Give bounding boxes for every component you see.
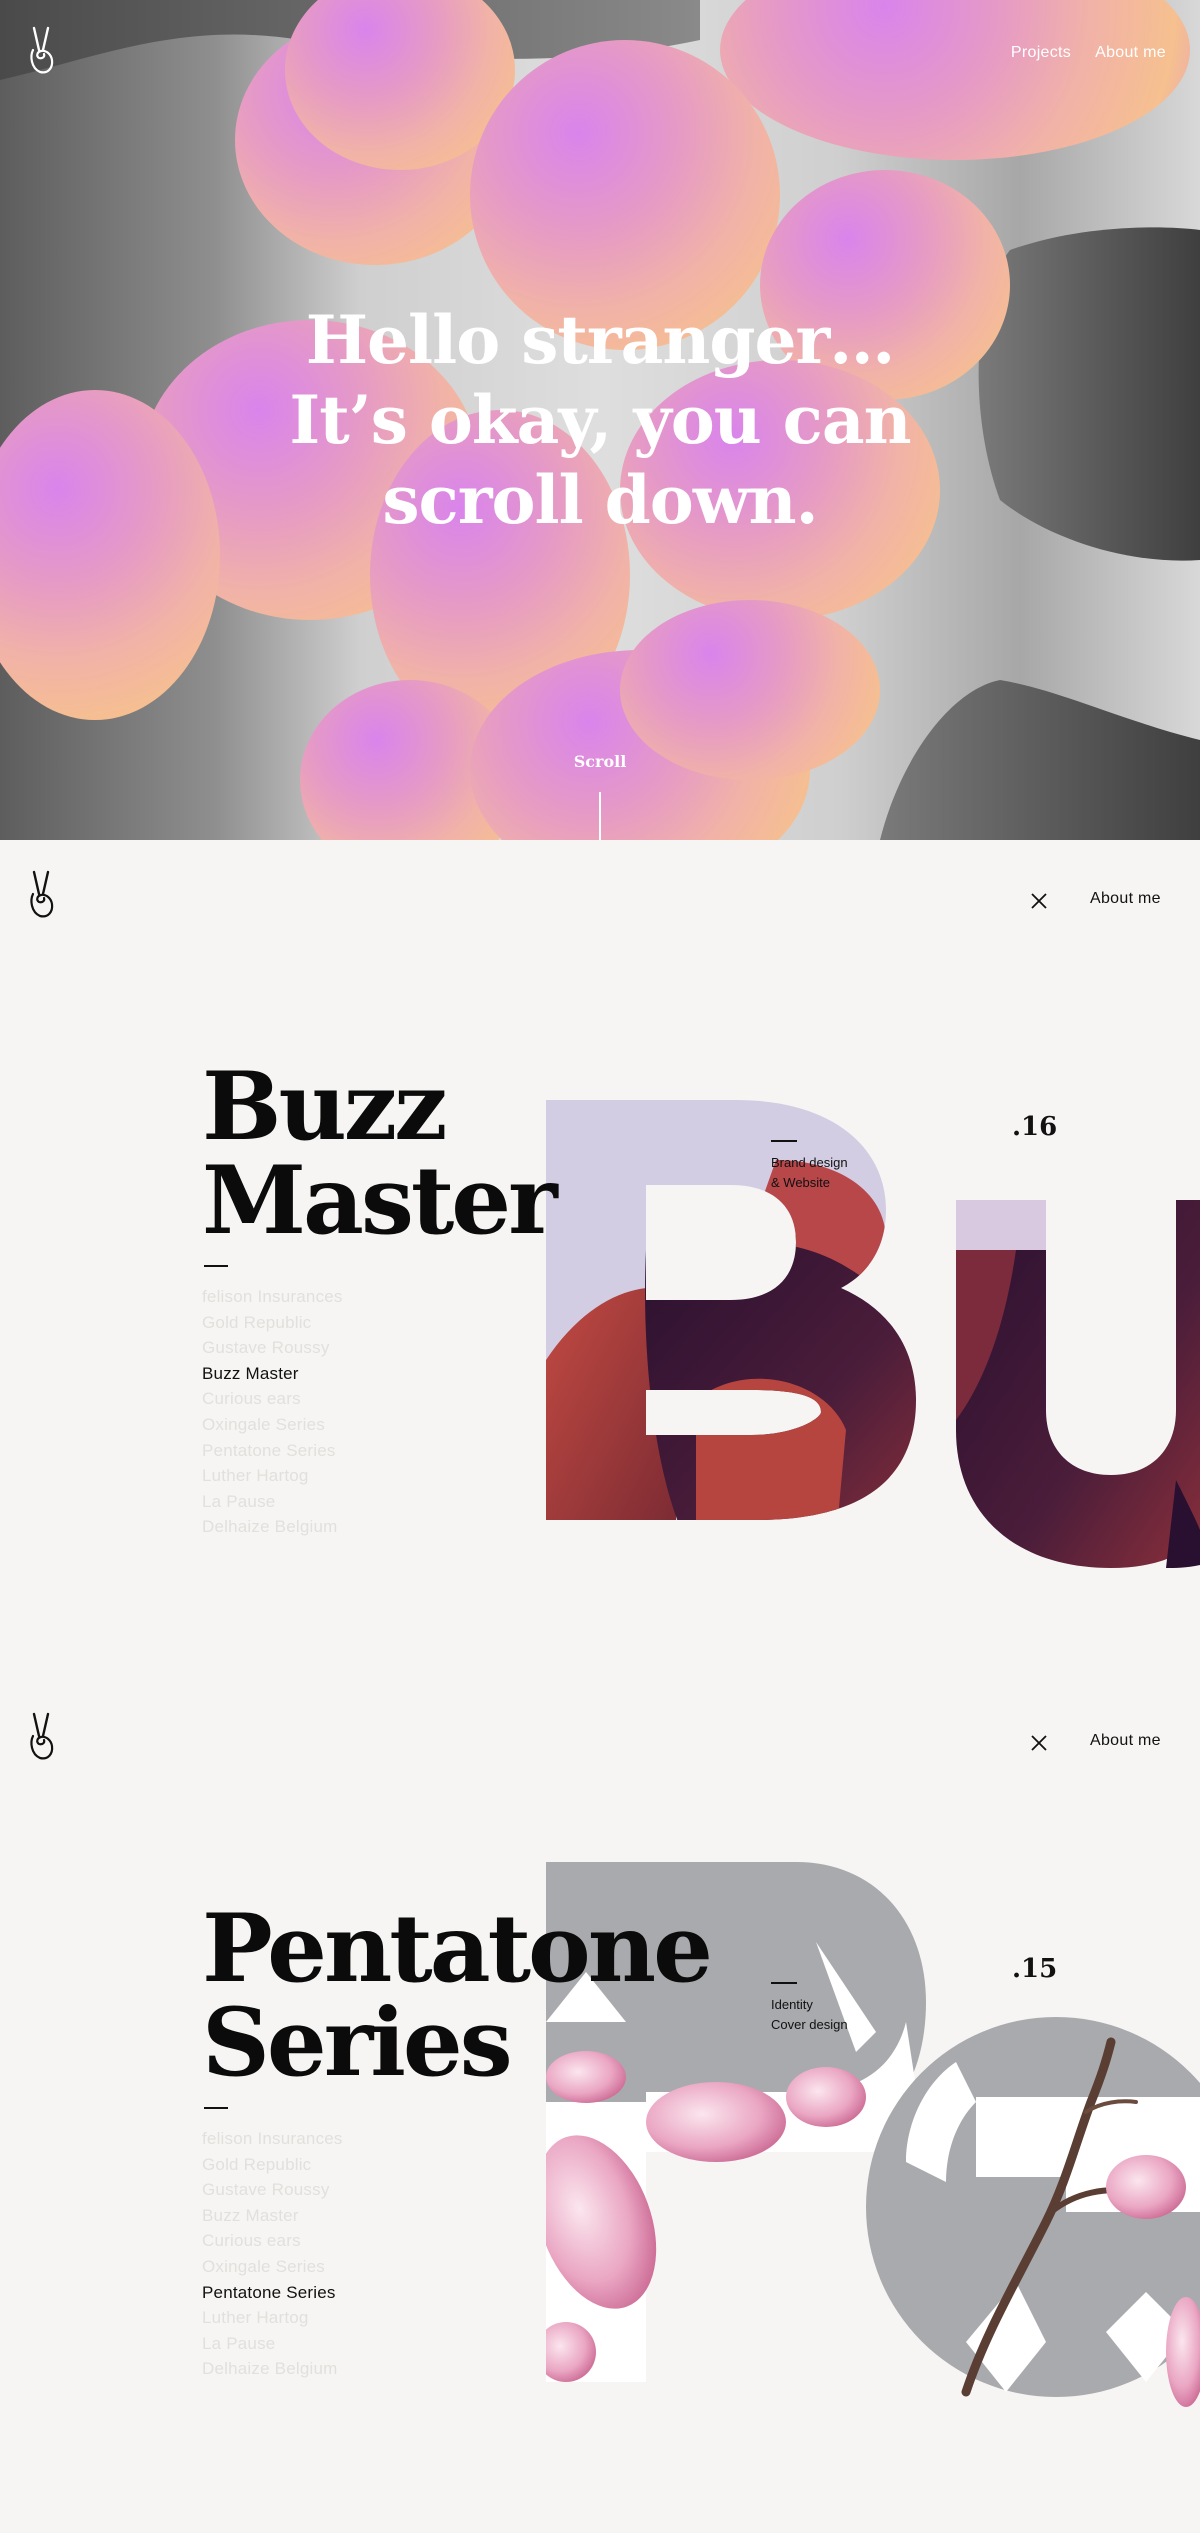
project-list-item[interactable]: Luther Hartog <box>202 1463 343 1489</box>
project-list-item[interactable]: La Pause <box>202 1489 343 1515</box>
project-number: .15 <box>1012 1954 1058 1984</box>
project-section-buzz-master: About me .16 Brand design & Website Buzz… <box>0 840 1200 1682</box>
project-list-item[interactable]: Oxingale Series <box>202 2254 343 2280</box>
project-list-item[interactable]: Delhaize Belgium <box>202 1514 343 1540</box>
project-tags: Brand design & Website <box>771 1153 848 1193</box>
project-list-item[interactable]: Curious ears <box>202 1386 343 1412</box>
scroll-line <box>599 792 601 840</box>
project-list-item[interactable]: felison Insurances <box>202 1284 343 1310</box>
project-list-item[interactable]: Pentatone Series <box>202 1438 343 1464</box>
project-title-line: Master <box>202 1146 558 1256</box>
project-list-item[interactable]: Gold Republic <box>202 1310 343 1336</box>
project-tag: & Website <box>771 1175 831 1190</box>
project-list: felison Insurances Gold Republic Gustave… <box>202 2126 343 2382</box>
hero-nav: Projects About me <box>1011 44 1166 62</box>
project-title: Pentatone Series <box>202 1894 713 2098</box>
project-section-pentatone-series: About me .15 Identity Cover design Penta… <box>0 1682 1200 2524</box>
hero-title-line: Hello stranger… <box>305 301 896 379</box>
close-icon[interactable] <box>1030 892 1048 910</box>
close-icon[interactable] <box>1030 1734 1048 1752</box>
hero-section: Projects About me Hello stranger… It’s o… <box>0 0 1200 840</box>
project-title-line: Pentatone <box>202 1894 713 2004</box>
project-tag: Cover design <box>771 2017 848 2032</box>
project-list-item[interactable]: Delhaize Belgium <box>202 2356 343 2382</box>
nav-about-link[interactable]: About me <box>1095 44 1166 62</box>
scroll-label[interactable]: Scroll <box>0 752 1200 771</box>
project-list-item[interactable]: Pentatone Series <box>202 2280 343 2306</box>
title-dash <box>204 1265 228 1267</box>
tags-dash <box>771 1982 797 1984</box>
peace-hand-icon[interactable] <box>26 870 58 920</box>
hero-title: Hello stranger… It’s okay, you can scrol… <box>0 300 1200 540</box>
project-list-item[interactable]: felison Insurances <box>202 2126 343 2152</box>
project-tags: Identity Cover design <box>771 1995 848 2035</box>
project-tag: Brand design <box>771 1155 848 1170</box>
project-list-item[interactable]: Curious ears <box>202 2228 343 2254</box>
tags-dash <box>771 1140 797 1142</box>
project-list-item[interactable]: Buzz Master <box>202 2203 343 2229</box>
project-list-item[interactable]: Buzz Master <box>202 1361 343 1387</box>
peace-hand-icon[interactable] <box>26 26 58 76</box>
project-list-item[interactable]: Oxingale Series <box>202 1412 343 1438</box>
title-dash <box>204 2107 228 2109</box>
peace-hand-icon[interactable] <box>26 1712 58 1762</box>
project-list-item[interactable]: Gustave Roussy <box>202 2177 343 2203</box>
project-artwork-bu <box>546 1100 1200 1568</box>
page-bottom-spacer <box>0 2524 1200 2533</box>
project-title-line: Buzz <box>202 1052 448 1162</box>
project-title-line: Series <box>202 1988 513 2098</box>
project-tag: Identity <box>771 1997 813 2012</box>
project-list: felison Insurances Gold Republic Gustave… <box>202 1284 343 1540</box>
about-me-link[interactable]: About me <box>1090 1732 1161 1750</box>
about-me-link[interactable]: About me <box>1090 890 1161 908</box>
hero-title-line: It’s okay, you can <box>289 381 911 459</box>
project-number: .16 <box>1012 1112 1058 1142</box>
hero-title-line: scroll down. <box>382 461 818 539</box>
project-list-item[interactable]: Gustave Roussy <box>202 1335 343 1361</box>
project-list-item[interactable]: La Pause <box>202 2331 343 2357</box>
nav-projects-link[interactable]: Projects <box>1011 44 1071 62</box>
project-list-item[interactable]: Luther Hartog <box>202 2305 343 2331</box>
project-list-item[interactable]: Gold Republic <box>202 2152 343 2178</box>
project-title: Buzz Master <box>202 1052 558 1256</box>
